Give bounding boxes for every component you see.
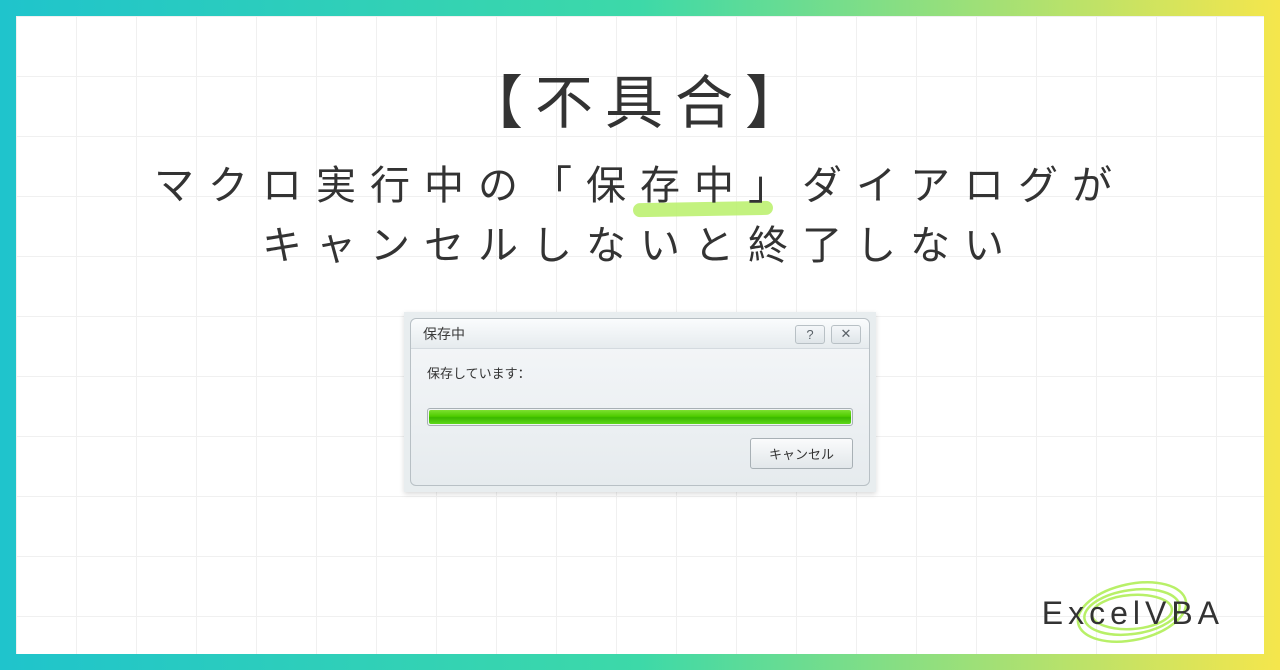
dialog-title: 保存中 xyxy=(423,324,795,344)
subtitle-line-1: マクロ実行中の「保存中」ダイアログが xyxy=(154,156,1126,216)
progress-bar xyxy=(427,408,853,426)
dialog-body: 保存しています： キャンセル xyxy=(411,349,869,485)
dialog-message: 保存しています： xyxy=(427,363,853,382)
subtitle-line-2: キャンセルしないと終了しない xyxy=(154,216,1126,276)
save-dialog: 保存中 ? ✕ 保存しています： キャンセル xyxy=(410,318,870,486)
page-title: 【不具合】 xyxy=(465,56,815,140)
progress-fill xyxy=(429,410,851,424)
titlebar-buttons: ? ✕ xyxy=(795,325,861,344)
dialog-actions: キャンセル xyxy=(427,438,853,469)
watermark-text: ExcelVBA xyxy=(1042,595,1224,632)
subtitle-block: マクロ実行中の「保存中」ダイアログが キャンセルしないと終了しない xyxy=(154,156,1126,276)
close-icon[interactable]: ✕ xyxy=(831,325,861,344)
dialog-titlebar: 保存中 ? ✕ xyxy=(411,319,869,349)
content-frame: 【不具合】 マクロ実行中の「保存中」ダイアログが キャンセルしないと終了しない … xyxy=(16,16,1264,654)
watermark: ExcelVBA xyxy=(1042,595,1224,632)
dialog-screenshot: 保存中 ? ✕ 保存しています： キャンセル xyxy=(404,312,876,492)
help-icon[interactable]: ? xyxy=(795,325,825,344)
cancel-button[interactable]: キャンセル xyxy=(750,438,853,469)
